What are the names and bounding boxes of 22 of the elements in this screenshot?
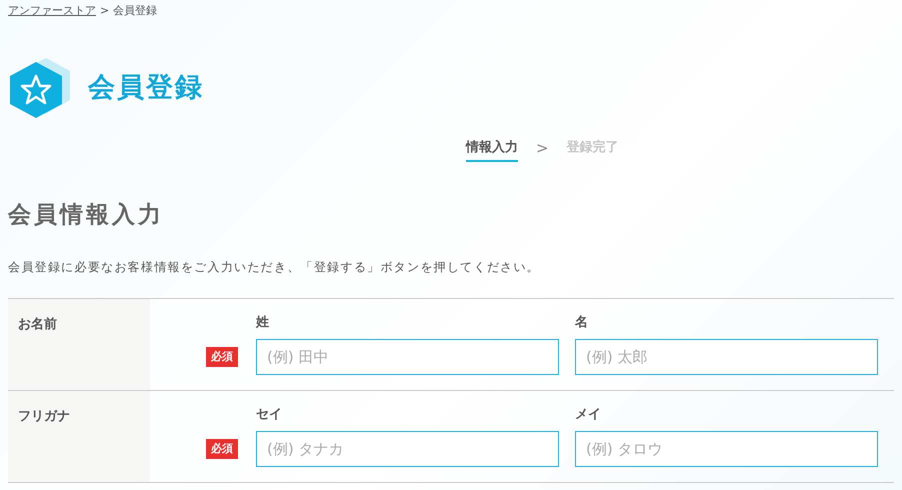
breadcrumb-link[interactable]: アンファーストア [8, 3, 96, 20]
required-badge: 必須 [206, 346, 238, 368]
current-step-label: 情報入力 [466, 134, 518, 162]
field-label: 姓 [256, 314, 270, 332]
page-title: 会員登録 [88, 72, 204, 104]
step-label: 登録完了 [566, 138, 619, 158]
required-badge: 必須 [206, 438, 238, 460]
field-label: 名 [575, 314, 589, 332]
input-field[interactable]: (例) 田中 [256, 338, 559, 375]
field-label: メイ [575, 406, 602, 424]
breadcrumb-separator: > [100, 3, 110, 19]
input-field[interactable]: (例) タナカ [256, 430, 559, 467]
section-title: 会員情報入力 [8, 202, 165, 230]
breadcrumb-current: 会員登録 [113, 3, 158, 19]
field-label: セイ [256, 406, 283, 424]
input-field[interactable]: (例) 太郎 [575, 338, 878, 375]
star-hexagon-icon [8, 56, 72, 120]
description-text: 会員登録に必要なお客様情報をご入力いただき、「登録する」ボタンを押してください。 [8, 258, 541, 276]
input-field[interactable]: (例) タロウ [575, 430, 878, 467]
row-label: お名前 [8, 298, 150, 390]
row-label: フリガナ [8, 390, 150, 482]
step-separator: > [535, 138, 550, 159]
